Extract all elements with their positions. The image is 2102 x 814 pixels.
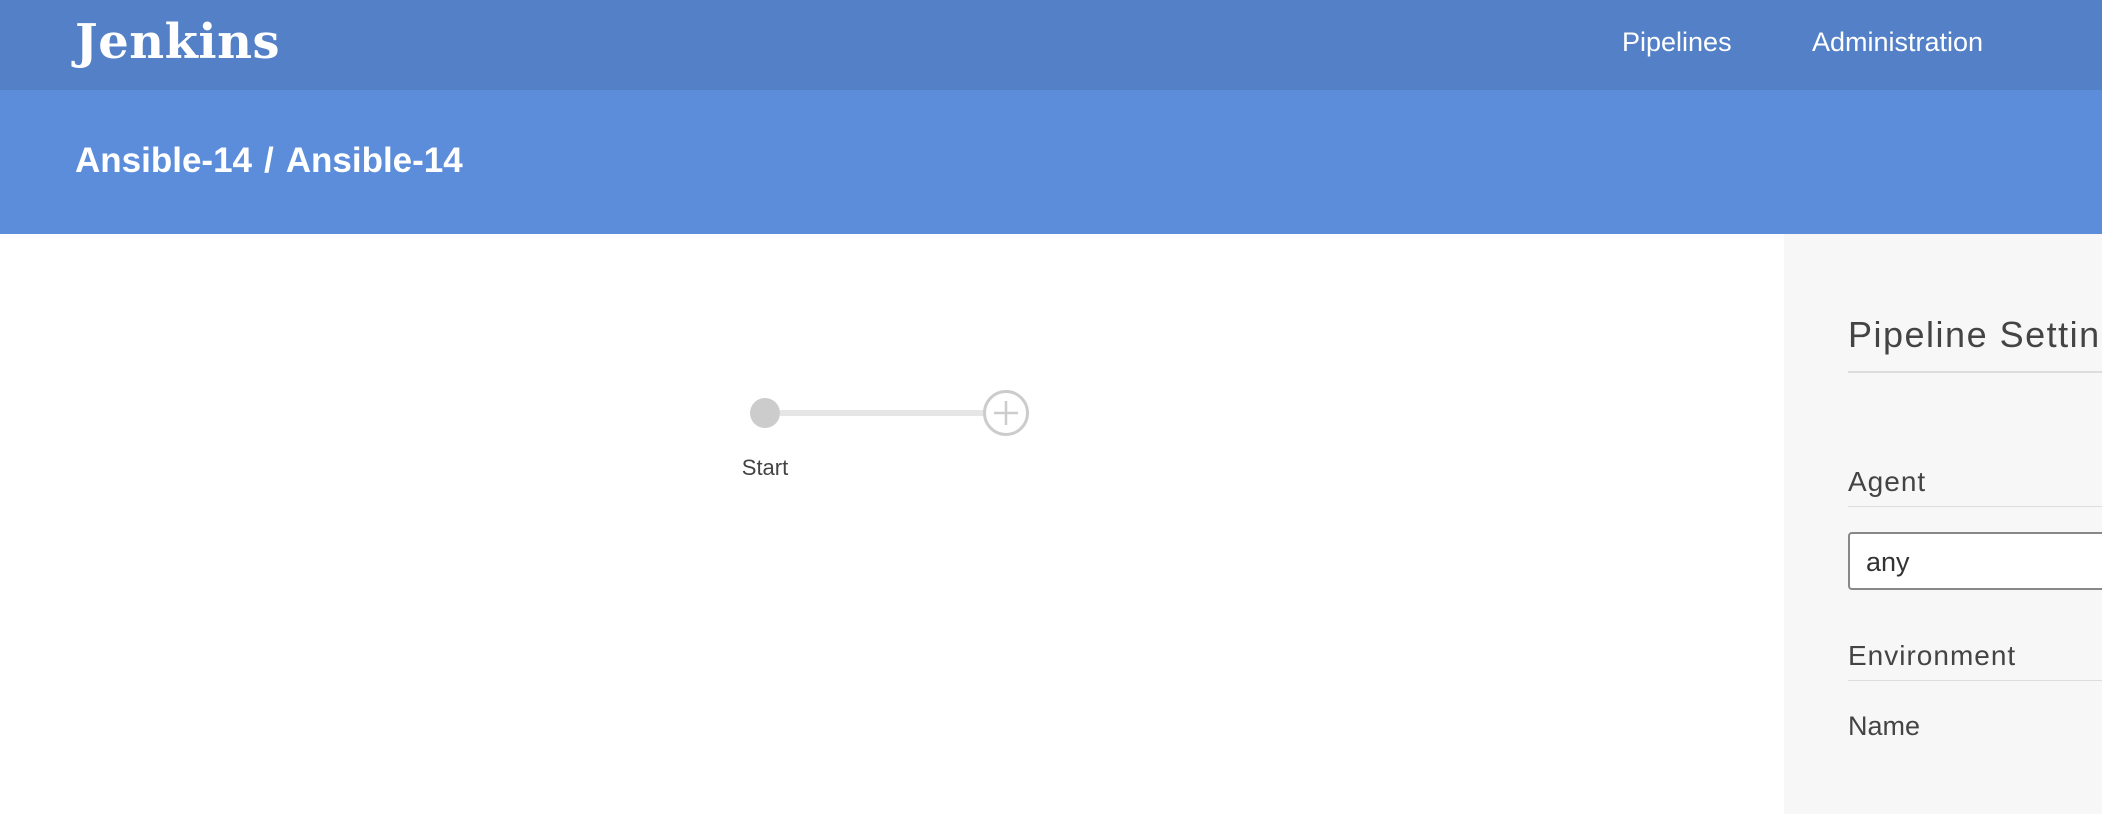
pipeline-settings-panel: Pipeline Settings Agent any Environment …: [1784, 234, 2102, 814]
pipeline-editor-canvas: Start: [0, 234, 1784, 814]
pipeline-header: Ansible-14 / Ansible-14: [0, 90, 2102, 234]
environment-name-column-label: Name: [1848, 711, 1921, 741]
panel-title: Pipeline Settings: [1848, 314, 2102, 355]
nav-administration-link[interactable]: Administration: [1812, 24, 1983, 60]
breadcrumb: Ansible-14 / Ansible-14: [75, 139, 463, 183]
agent-select[interactable]: any: [1848, 532, 2102, 590]
start-node-label: Start: [741, 455, 789, 480]
plus-circle-icon: [994, 401, 1018, 425]
breadcrumb-pipeline[interactable]: Ansible-14: [286, 141, 463, 180]
breadcrumb-separator: /: [264, 141, 274, 180]
top-navigation-bar: Jenkins Pipelines Administration: [0, 0, 2102, 90]
add-stage-button[interactable]: [983, 390, 1029, 436]
stage-connector-line: [780, 410, 986, 416]
agent-section-label: Agent: [1848, 466, 1927, 497]
title-divider: [1848, 371, 2102, 373]
jenkins-logo[interactable]: Jenkins: [75, 10, 280, 74]
environment-section-label: Environment: [1848, 640, 2017, 671]
environment-divider: [1848, 680, 2102, 681]
start-node: [750, 398, 780, 428]
agent-select-value: any: [1866, 547, 1910, 577]
agent-divider: [1848, 506, 2102, 507]
breadcrumb-organization[interactable]: Ansible-14: [75, 141, 252, 180]
nav-pipelines-link[interactable]: Pipelines: [1622, 24, 1732, 60]
